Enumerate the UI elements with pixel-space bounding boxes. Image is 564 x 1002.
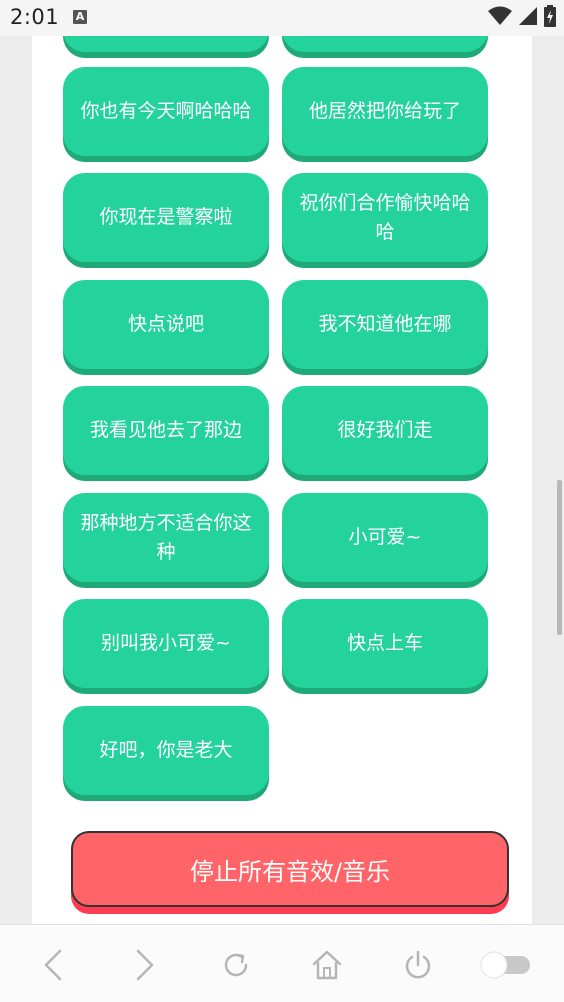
sound-button-label: 别叫我小可爱~ [101,632,231,654]
sound-button-label: 很好我们走 [337,419,433,441]
toggle-switch-icon[interactable] [478,947,532,983]
sound-button[interactable]: 祝你们合作愉快哈哈哈 [282,173,488,262]
sound-button-label: 那种地方不适合你这种 [80,511,252,563]
sound-button-label: 你现在是警察啦 [99,206,233,228]
status-icons [488,5,556,31]
wifi-icon [488,6,512,30]
sound-button[interactable]: 你现在是警察啦 [63,173,269,262]
sound-button-label: 祝你们合作愉快哈哈哈 [299,191,471,243]
sound-button[interactable]: 快点上车 [282,599,488,688]
sound-button[interactable]: 你也有今天啊哈哈哈 [63,67,269,156]
sound-button[interactable]: 别叫我小可爱~ [63,599,269,688]
sound-button-clipped[interactable] [282,36,488,52]
status-bar: 2:01 A [0,0,564,36]
forward-icon[interactable] [126,947,162,983]
sound-button[interactable]: 我看见他去了那边 [63,386,269,475]
sound-button-label: 快点说吧 [127,313,204,335]
stop-all-sounds-button[interactable]: 停止所有音效/音乐 [71,831,509,907]
sound-button-label: 我看见他去了那边 [89,419,242,441]
stop-all-sounds-label: 停止所有音效/音乐 [189,857,391,886]
sound-button-label: 他居然把你给玩了 [308,100,461,122]
sound-button-label: 好吧，你是老大 [99,739,233,761]
sound-button-label: 快点上车 [346,632,423,654]
battery-charging-icon [544,5,556,31]
home-icon[interactable] [309,947,345,983]
sound-button-clipped[interactable] [63,36,269,52]
power-icon[interactable] [400,947,436,983]
notification-a-icon: A [73,10,87,24]
content-area: 你也有今天啊哈哈哈 他居然把你给玩了 你现在是警察啦 祝你们合作愉快哈哈哈 快点… [0,36,564,924]
sound-button-label: 你也有今天啊哈哈哈 [80,100,252,122]
sound-button[interactable]: 那种地方不适合你这种 [63,493,269,582]
status-time: 2:01 [10,5,60,29]
sound-button[interactable]: 小可爱~ [282,493,488,582]
sound-button[interactable]: 我不知道他在哪 [282,280,488,369]
sound-button[interactable]: 快点说吧 [63,280,269,369]
browser-nav-bar [0,924,564,1002]
back-icon[interactable] [36,947,72,983]
refresh-icon[interactable] [218,947,254,983]
signal-icon [518,6,538,30]
sound-button[interactable]: 他居然把你给玩了 [282,67,488,156]
sound-button[interactable]: 好吧，你是老大 [63,706,269,795]
sound-button[interactable]: 很好我们走 [282,386,488,475]
sound-button-label: 我不知道他在哪 [318,313,452,335]
scrollbar-thumb[interactable] [557,480,562,635]
sound-button-label: 小可爱~ [348,526,422,548]
